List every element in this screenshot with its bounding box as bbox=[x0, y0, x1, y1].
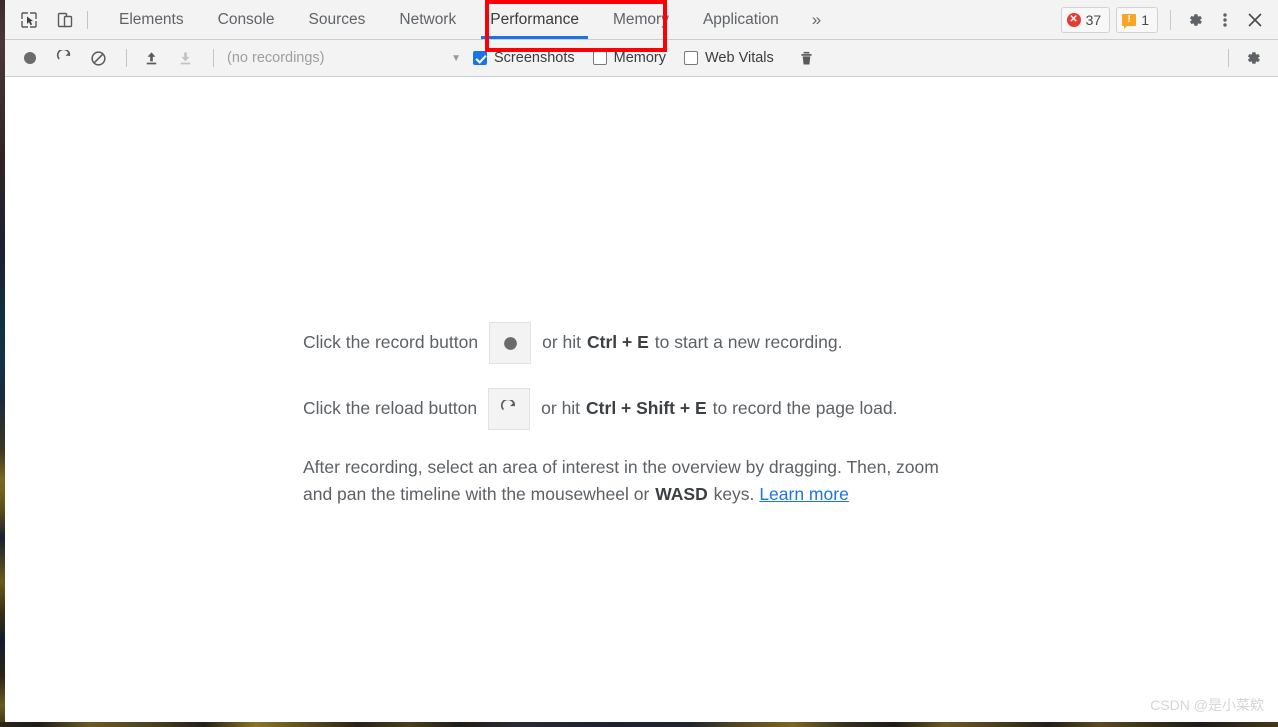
settings-gear-icon[interactable] bbox=[1180, 5, 1210, 35]
record-hint-middle: or hit bbox=[542, 332, 581, 353]
warning-icon: ! bbox=[1122, 13, 1137, 29]
reload-shortcut: Ctrl + Shift + E bbox=[586, 398, 707, 419]
more-tabs-icon[interactable]: » bbox=[796, 0, 837, 39]
reload-hint-middle: or hit bbox=[541, 398, 581, 419]
record-hint-row: Click the record button or hit Ctrl + E … bbox=[303, 322, 1003, 364]
panel-tabs: Elements Console Sources Network Perform… bbox=[102, 0, 837, 39]
tab-label: Sources bbox=[308, 10, 366, 28]
record-icon[interactable] bbox=[489, 322, 532, 364]
reload-hint-row: Click the reload button or hit Ctrl + Sh… bbox=[303, 388, 1003, 430]
tab-elements[interactable]: Elements bbox=[102, 0, 201, 39]
reload-record-icon[interactable] bbox=[49, 44, 79, 72]
tab-sources[interactable]: Sources bbox=[292, 0, 383, 39]
landing-content: Click the record button or hit Ctrl + E … bbox=[303, 322, 1003, 507]
record-shortcut: Ctrl + E bbox=[587, 332, 649, 353]
checkbox-label: Web Vitals bbox=[704, 50, 774, 66]
capture-settings-gear-icon[interactable] bbox=[1238, 44, 1268, 72]
tabbar-divider bbox=[87, 10, 88, 29]
tab-label: Performance bbox=[490, 10, 579, 28]
paragraph-emphasis: WASD bbox=[655, 483, 708, 504]
tab-memory[interactable]: Memory bbox=[596, 0, 686, 39]
error-count-badge[interactable]: ✕ 37 bbox=[1060, 6, 1111, 33]
watermark: CSDN @是小菜欸 bbox=[1150, 697, 1264, 713]
learn-more-link[interactable]: Learn more bbox=[759, 484, 849, 504]
warning-count-badge[interactable]: ! 1 bbox=[1116, 6, 1158, 33]
tab-application[interactable]: Application bbox=[686, 0, 796, 39]
devtools-window: Elements Console Sources Network Perform… bbox=[5, 0, 1278, 722]
warning-count: 1 bbox=[1141, 11, 1149, 28]
checkbox-label: Memory bbox=[613, 50, 666, 66]
checkbox-box bbox=[592, 51, 607, 65]
checkbox-box bbox=[473, 51, 487, 65]
more-tabs-label: » bbox=[811, 9, 822, 29]
tab-network[interactable]: Network bbox=[382, 0, 473, 39]
tab-label: Console bbox=[217, 10, 275, 28]
reload-hint-prefix: Click the reload button bbox=[303, 398, 478, 419]
performance-landing-page: Click the record button or hit Ctrl + E … bbox=[5, 77, 1278, 721]
save-profile-icon bbox=[170, 44, 200, 72]
tab-console[interactable]: Console bbox=[201, 0, 292, 39]
reload-hint-suffix: to record the page load. bbox=[712, 398, 898, 419]
underlying-page-bottom-sliver bbox=[0, 722, 1278, 727]
tab-label: Memory bbox=[612, 10, 669, 28]
toolbar-divider-3 bbox=[1228, 49, 1229, 67]
record-hint-prefix: Click the record button bbox=[303, 332, 479, 353]
tab-label: Elements bbox=[119, 10, 184, 28]
tab-performance[interactable]: Performance bbox=[473, 0, 596, 39]
error-count: 37 bbox=[1085, 11, 1102, 28]
record-icon[interactable] bbox=[15, 44, 45, 72]
toolbar-divider-1 bbox=[126, 49, 127, 67]
close-icon[interactable] bbox=[1240, 5, 1270, 35]
error-icon: ✕ bbox=[1066, 12, 1081, 27]
tab-label: Network bbox=[399, 10, 457, 28]
inspect-element-icon[interactable] bbox=[15, 6, 43, 34]
checkbox-memory[interactable]: Memory bbox=[592, 50, 666, 66]
chevron-down-icon: ▼ bbox=[451, 52, 461, 64]
underlying-page-left-sliver bbox=[0, 0, 5, 727]
reload-icon[interactable] bbox=[488, 388, 531, 430]
clear-icon[interactable] bbox=[83, 44, 113, 72]
capture-options: Screenshots Memory Web Vitals bbox=[473, 44, 826, 72]
recordings-value: (no recordings) bbox=[227, 50, 325, 66]
devtools-tabbar: Elements Console Sources Network Perform… bbox=[5, 0, 1278, 40]
performance-panel-toolbar: (no recordings) ▼ Screenshots Memory Web… bbox=[5, 40, 1278, 77]
checkbox-web-vitals[interactable]: Web Vitals bbox=[683, 50, 774, 66]
tabbar-right-controls: ✕ 37 ! 1 bbox=[1055, 5, 1278, 35]
overview-paragraph: After recording, select an area of inter… bbox=[303, 454, 968, 507]
device-toolbar-icon[interactable] bbox=[51, 6, 79, 34]
toolbar-divider-2 bbox=[213, 49, 214, 67]
load-profile-icon[interactable] bbox=[136, 44, 166, 72]
more-options-icon[interactable] bbox=[1210, 5, 1240, 35]
checkbox-label: Screenshots bbox=[494, 50, 575, 66]
record-hint-suffix: to start a new recording. bbox=[654, 332, 843, 353]
checkbox-screenshots[interactable]: Screenshots bbox=[473, 50, 575, 66]
paragraph-part2: keys. bbox=[713, 483, 755, 504]
toolbar-right-controls bbox=[1219, 44, 1278, 72]
tab-label: Application bbox=[702, 10, 779, 28]
checkbox-box bbox=[683, 51, 698, 65]
recordings-dropdown[interactable]: (no recordings) ▼ bbox=[223, 50, 467, 66]
delete-icon[interactable] bbox=[792, 44, 822, 72]
tabbar-right-divider bbox=[1170, 9, 1171, 30]
